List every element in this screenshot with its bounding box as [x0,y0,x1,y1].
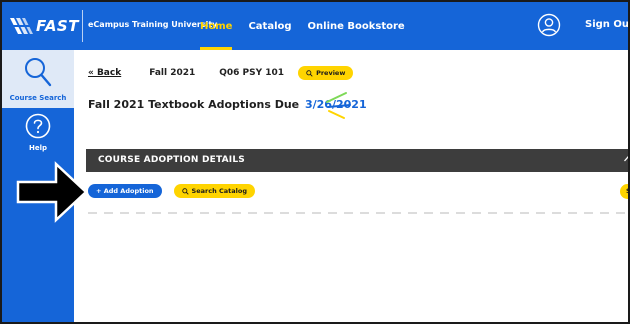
sign-out-link[interactable]: Sign Out [585,19,628,30]
course-adoption-details-header[interactable]: COURSE ADOPTION DETAILS [86,149,630,172]
sidebar-item-course-search[interactable]: Course Search [2,50,74,108]
course-label: Q06 PSY 101 [219,68,285,78]
nav-home[interactable]: Home [200,2,233,50]
help-icon [25,113,51,139]
save-button-partial[interactable]: Sa [620,184,628,199]
search-icon [306,69,313,77]
annotation-arrow-icon [16,161,88,223]
sparkle-decoration-icon [326,92,351,119]
fast-logo-icon [10,18,33,34]
breadcrumb: « Back Fall 2021 Q06 PSY 101 Preview [88,66,354,80]
chevron-up-icon[interactable] [623,154,630,164]
search-icon [25,58,52,87]
nav-online-bookstore[interactable]: Online Bookstore [308,2,405,50]
add-adoption-button[interactable]: + Add Adoption [88,184,162,198]
section-title: COURSE ADOPTION DETAILS [98,155,245,165]
sidebar-item-label: Course Search [9,94,67,102]
term-label: Fall 2021 [149,68,196,78]
nav-catalog[interactable]: Catalog [248,2,291,50]
user-circle-icon[interactable] [537,13,561,37]
preview-label: Preview [316,69,346,77]
app-frame: FAST eCampus Training University Home Ca… [0,0,630,324]
university-name: eCampus Training University [88,20,218,29]
back-link[interactable]: « Back [88,68,121,78]
sidebar-item-label: Help [28,144,48,152]
app-logo[interactable]: FAST [8,12,79,40]
main-content: « Back Fall 2021 Q06 PSY 101 Preview Fal… [74,50,630,322]
search-icon [181,187,189,195]
sidebar-item-help[interactable]: Help [2,108,74,160]
search-catalog-label: Search Catalog [191,187,247,195]
dashed-divider [88,212,628,214]
main-nav: Home Catalog Online Bookstore [200,2,421,50]
adoption-actions: + Add Adoption Search Catalog [88,184,255,198]
logo-divider [82,10,83,42]
page-title-text: Fall 2021 Textbook Adoptions Due [88,98,300,111]
search-catalog-button[interactable]: Search Catalog [173,184,255,198]
top-navigation-bar: FAST eCampus Training University Home Ca… [2,2,628,50]
preview-button[interactable]: Preview [298,66,354,80]
logo-text: FAST [36,17,79,35]
